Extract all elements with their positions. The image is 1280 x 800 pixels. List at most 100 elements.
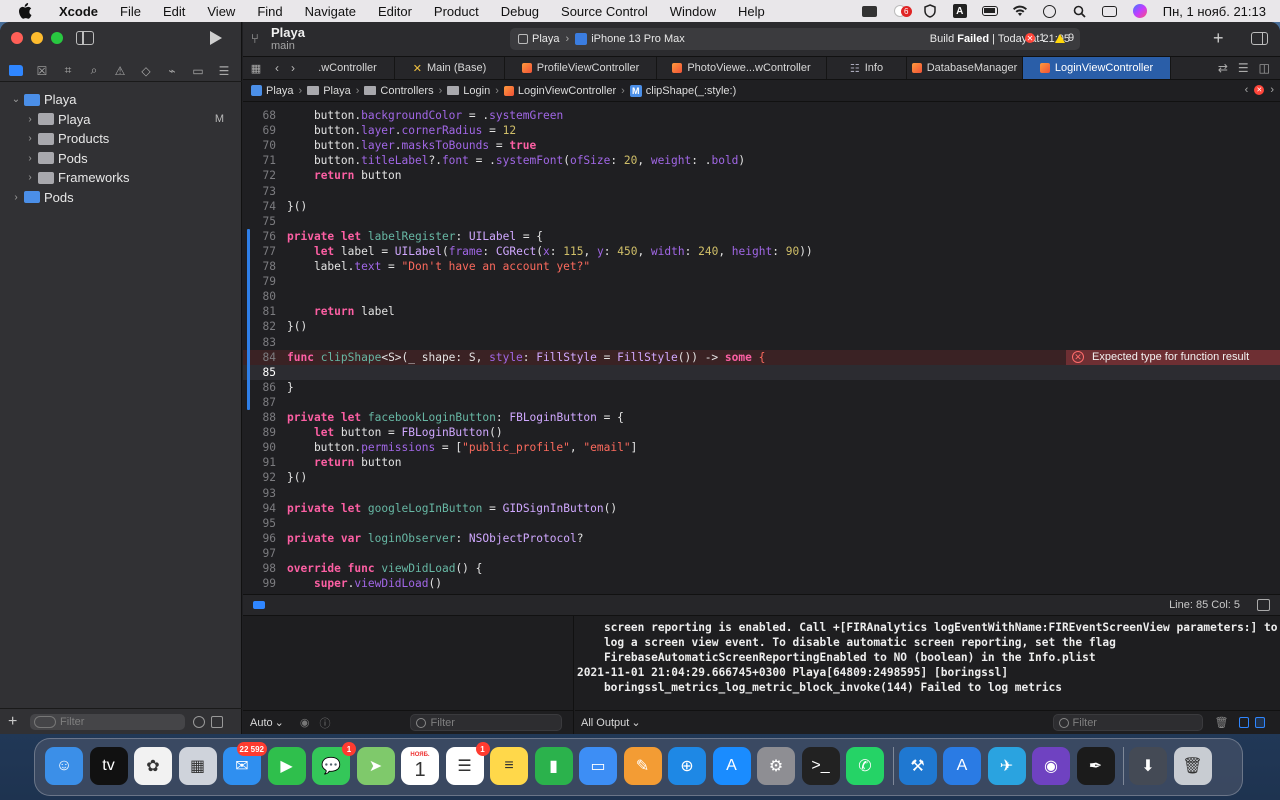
code-line[interactable]: 91 return button	[243, 455, 1280, 470]
code-line[interactable]: 93	[243, 486, 1280, 501]
eye-icon[interactable]: ◉	[300, 716, 310, 729]
apple-tv-icon[interactable]: tv	[89, 747, 128, 785]
code-line[interactable]: 78 label.text = "Don't have an account y…	[243, 259, 1280, 274]
branch-name[interactable]: main	[271, 40, 295, 52]
modified-files-icon[interactable]	[211, 715, 223, 728]
maps-icon[interactable]: ➤	[356, 747, 395, 785]
close-window-button[interactable]	[11, 32, 23, 44]
siri-icon[interactable]	[1132, 4, 1148, 18]
clear-console-icon[interactable]: 🗑	[1215, 716, 1229, 729]
menu-file[interactable]: File	[109, 4, 152, 19]
code-line[interactable]: 68 button.backgroundColor = .systemGreen	[243, 108, 1280, 123]
project-navigator-icon[interactable]	[6, 63, 26, 79]
notification-badge-icon[interactable]: 6	[892, 4, 912, 18]
code-line[interactable]: 81 return label	[243, 304, 1280, 319]
editor-tab[interactable]: ProfileViewController	[505, 57, 657, 79]
github-icon[interactable]: ◉	[1032, 747, 1070, 785]
code-line[interactable]: 82}()	[243, 319, 1280, 334]
filter-options-icon[interactable]	[34, 715, 56, 728]
editor-tab[interactable]: LoginViewController	[1023, 57, 1171, 79]
line-number[interactable]: 69	[243, 123, 276, 138]
code-line[interactable]: 90 button.permissions = ["public_profile…	[243, 440, 1280, 455]
source-change-bar[interactable]	[247, 228, 250, 410]
jump-bar-segment[interactable]: Controllers	[364, 85, 434, 97]
app-store-icon[interactable]: A	[712, 747, 751, 785]
safari-icon[interactable]: ⊕	[668, 747, 706, 785]
code-line[interactable]: 69 button.layer.cornerRadius = 12	[243, 123, 1280, 138]
line-number[interactable]: 89	[243, 425, 276, 440]
editor-options-icon[interactable]: ☰	[1238, 61, 1249, 75]
line-number[interactable]: 94	[243, 501, 276, 516]
disclosure-expanded-icon[interactable]: ⌄	[10, 94, 22, 105]
system-preferences-icon[interactable]: ⚙	[757, 747, 795, 785]
forward-arrow-icon[interactable]: ›	[285, 57, 301, 79]
user-account-icon[interactable]	[1042, 4, 1058, 18]
symbol-navigator-icon[interactable]: ⌗	[58, 63, 78, 79]
whatsapp-icon[interactable]: ✆	[846, 747, 884, 785]
pages-icon[interactable]: ✎	[623, 747, 662, 785]
line-number[interactable]: 98	[243, 561, 276, 576]
menu-app-name[interactable]: Xcode	[48, 4, 109, 19]
code-line[interactable]: 79	[243, 274, 1280, 289]
xcode-icon[interactable]: ⚒	[898, 747, 937, 785]
disclosure-collapsed-icon[interactable]: ›	[24, 172, 36, 183]
variables-filter-input[interactable]: Filter	[410, 714, 563, 731]
code-line[interactable]: 89 let button = FBLoginButton()	[243, 425, 1280, 440]
jump-bar-segment[interactable]: MclipShape(_:style:)	[629, 84, 736, 97]
telegram-icon[interactable]: ✈	[987, 747, 1026, 785]
code-line[interactable]: 99 super.viewDidLoad()	[243, 576, 1280, 591]
line-number[interactable]: 90	[243, 440, 276, 455]
code-editor[interactable]: 68 button.backgroundColor = .systemGreen…	[243, 102, 1280, 594]
spotlight-search-icon[interactable]	[1072, 4, 1088, 18]
recent-files-icon[interactable]	[193, 715, 205, 728]
menu-bar-clock[interactable]: Пн, 1 нояб. 21:13	[1163, 4, 1266, 19]
navigator-filter-input[interactable]: Filter	[30, 713, 185, 730]
terminal-icon[interactable]: >_	[801, 747, 840, 785]
code-review-icon[interactable]: ⇄	[1218, 61, 1228, 75]
menu-editor[interactable]: Editor	[367, 4, 423, 19]
photos-icon[interactable]: ✿	[134, 747, 172, 785]
disclosure-collapsed-icon[interactable]: ›	[10, 192, 22, 203]
code-line[interactable]: 80	[243, 289, 1280, 304]
downloads-stack-icon[interactable]: ⬇	[1129, 747, 1167, 785]
code-line[interactable]: 87	[243, 395, 1280, 410]
code-line-error[interactable]: 84 func clipShape<S>(_ shape: S, style: F…	[243, 349, 1280, 365]
inline-error-annotation[interactable]: ✕ Expected type for function result	[1066, 349, 1280, 365]
code-line[interactable]: 96 private var loginObserver: NSObjectPro…	[243, 531, 1280, 546]
breakpoint-navigator-icon[interactable]: ▭	[188, 63, 208, 79]
line-number[interactable]: 74	[243, 199, 276, 214]
line-number[interactable]: 75	[243, 214, 276, 229]
jump-bar-segment[interactable]: Playa	[251, 85, 294, 97]
show-console-icon[interactable]	[1254, 717, 1265, 728]
disclosure-collapsed-icon[interactable]: ›	[24, 133, 36, 144]
reminders-icon[interactable]: ☰ 1	[445, 742, 490, 785]
error-icon[interactable]: ✕	[1254, 85, 1265, 95]
code-line[interactable]: 75	[243, 214, 1280, 229]
notes-icon[interactable]: ≡	[490, 747, 528, 785]
test-navigator-icon[interactable]: ◇	[136, 63, 156, 79]
inspector-toggle-icon[interactable]	[1251, 32, 1268, 45]
line-number[interactable]: 68	[243, 108, 276, 123]
code-line[interactable]: 74}()	[243, 199, 1280, 214]
editor-tab[interactable]: PhotoViewe...wController	[657, 57, 827, 79]
menu-view[interactable]: View	[196, 4, 246, 19]
code-line[interactable]: 76 private let labelRegister: UILabel = {	[243, 229, 1280, 244]
simulator-icon[interactable]: A	[943, 747, 981, 785]
jump-bar-segment[interactable]: Login	[447, 85, 490, 97]
code-line[interactable]: 94 private let googleLogInButton = GIDSig…	[243, 501, 1280, 516]
messages-icon[interactable]: 💬 1	[312, 742, 356, 785]
find-navigator-icon[interactable]: ⌕	[84, 63, 104, 79]
previous-issue-icon[interactable]: ‹	[1245, 84, 1249, 96]
menu-window[interactable]: Window	[659, 4, 727, 19]
code-line[interactable]: 73	[243, 184, 1280, 199]
back-arrow-icon[interactable]: ‹	[269, 57, 285, 79]
zoom-window-button[interactable]	[51, 32, 63, 44]
tree-item[interactable]: › Products	[0, 129, 242, 149]
line-number[interactable]: 99	[243, 576, 276, 591]
line-number[interactable]: 96	[243, 531, 276, 546]
line-number[interactable]: 88	[243, 410, 276, 425]
minimize-window-button[interactable]	[31, 32, 43, 44]
editor-tab[interactable]: .wController	[301, 57, 395, 79]
line-number[interactable]: 71	[243, 153, 276, 168]
code-line-current[interactable]: 85	[243, 364, 1280, 380]
